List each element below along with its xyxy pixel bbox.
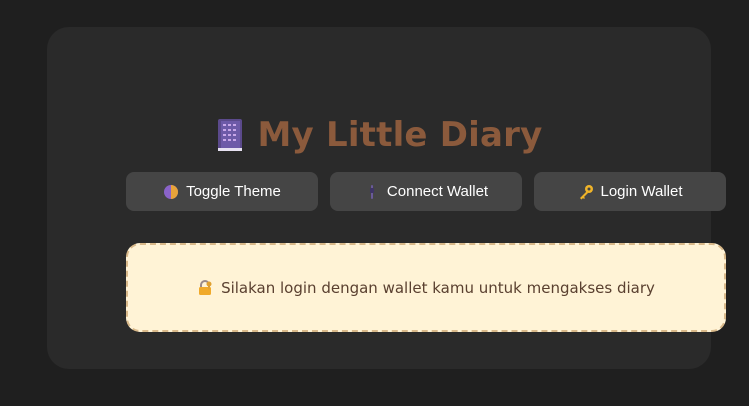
page-title: My Little Diary — [257, 115, 543, 155]
diary-card: My Little Diary Toggle Theme Connect Wal… — [47, 27, 726, 369]
connect-wallet-button[interactable]: Connect Wallet — [330, 172, 522, 211]
notebook-icon — [216, 117, 244, 153]
half-circle-icon — [163, 184, 179, 200]
connect-wallet-label: Connect Wallet — [386, 183, 489, 200]
plug-icon — [364, 184, 380, 200]
lock-key-icon — [197, 279, 213, 296]
login-wallet-button[interactable]: Login Wallet — [534, 172, 726, 211]
key-icon — [578, 184, 594, 200]
login-notice: Silakan login dengan wallet kamu untuk m… — [126, 243, 726, 332]
notice-text: Silakan login dengan wallet kamu untuk m… — [221, 278, 655, 297]
action-buttons: Toggle Theme Connect Wallet Login Wallet — [126, 172, 726, 211]
toggle-theme-button[interactable]: Toggle Theme — [126, 172, 318, 211]
header: My Little Diary — [47, 113, 711, 157]
login-wallet-label: Login Wallet — [600, 183, 683, 200]
toggle-theme-label: Toggle Theme — [186, 183, 281, 200]
